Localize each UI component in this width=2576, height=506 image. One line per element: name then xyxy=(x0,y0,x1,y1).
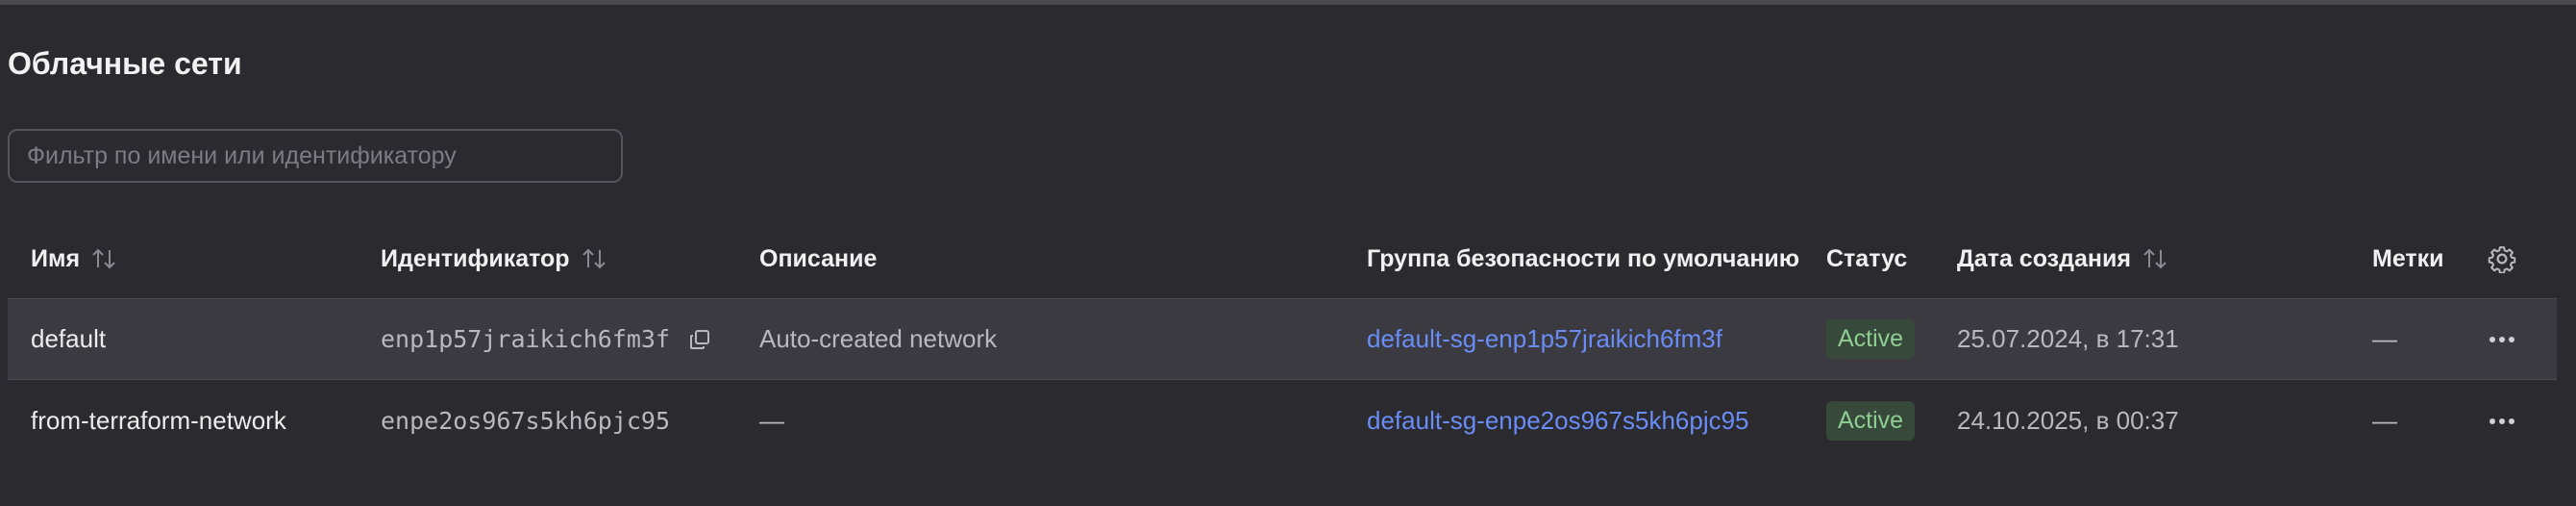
row-labels: — xyxy=(2372,324,2397,353)
row-id: enpe2os967s5kh6pjc95 xyxy=(381,380,670,462)
column-header-status: Статус xyxy=(1826,219,1907,298)
row-labels: — xyxy=(2372,406,2397,435)
column-header-labels-label: Метки xyxy=(2372,244,2444,272)
sort-arrows-icon[interactable] xyxy=(580,246,608,271)
row-id-value: enp1p57jraikich6fm3f xyxy=(381,325,671,353)
column-header-status-label: Статус xyxy=(1826,244,1908,272)
row-description: — xyxy=(759,406,784,435)
copy-icon[interactable] xyxy=(689,329,710,350)
filter-input[interactable] xyxy=(27,141,604,170)
gear-icon[interactable] xyxy=(2488,244,2516,273)
row-status: Active xyxy=(1826,380,1916,462)
row-name[interactable]: default xyxy=(31,299,106,379)
row-security-group[interactable]: default-sg-enp1p57jraikich6fm3f xyxy=(1367,299,1722,379)
row-id: enp1p57jraikich6fm3f xyxy=(381,299,710,379)
sort-arrows-icon[interactable] xyxy=(2141,246,2169,271)
column-header-description: Описание xyxy=(759,219,877,298)
table-row[interactable]: from-terraform-network enpe2os967s5kh6pj… xyxy=(8,380,2557,462)
networks-table: Имя Идентификатор Описание Группа безопа… xyxy=(8,219,2557,462)
row-description: Auto-created network xyxy=(759,324,998,353)
column-header-security-group-label: Группа безопасности по умолчанию xyxy=(1367,244,1800,272)
top-divider xyxy=(0,0,2576,5)
row-id-value: enpe2os967s5kh6pjc95 xyxy=(381,407,671,435)
column-header-name[interactable]: Имя xyxy=(31,219,118,298)
table-row[interactable]: default enp1p57jraikich6fm3f Auto-create… xyxy=(8,298,2557,380)
filter-field[interactable] xyxy=(8,129,623,183)
column-header-created-label: Дата создания xyxy=(1957,244,2131,272)
sort-arrows-icon[interactable] xyxy=(89,246,118,271)
page-title: Облачные сети xyxy=(8,46,242,81)
more-horizontal-icon[interactable] xyxy=(2488,335,2516,344)
column-header-labels: Метки xyxy=(2372,219,2444,298)
column-header-id-label: Идентификатор xyxy=(381,244,570,272)
status-badge: Active xyxy=(1826,319,1916,359)
row-menu-button[interactable] xyxy=(2488,299,2516,379)
column-header-id[interactable]: Идентификатор xyxy=(381,219,608,298)
table-settings-button[interactable] xyxy=(2488,219,2516,298)
row-name[interactable]: from-terraform-network xyxy=(31,380,286,462)
security-group-link[interactable]: default-sg-enp1p57jraikich6fm3f xyxy=(1367,324,1722,354)
column-header-security-group: Группа безопасности по умолчанию xyxy=(1367,219,1799,298)
column-header-created[interactable]: Дата создания xyxy=(1957,219,2169,298)
security-group-link[interactable]: default-sg-enpe2os967s5kh6pjc95 xyxy=(1367,406,1749,436)
row-created: 24.10.2025, в 00:37 xyxy=(1957,406,2179,435)
status-badge: Active xyxy=(1826,401,1916,441)
row-created: 25.07.2024, в 17:31 xyxy=(1957,324,2179,353)
more-horizontal-icon[interactable] xyxy=(2488,417,2516,426)
column-header-name-label: Имя xyxy=(31,244,81,272)
table-header: Имя Идентификатор Описание Группа безопа… xyxy=(8,219,2557,298)
row-status: Active xyxy=(1826,299,1916,379)
row-security-group[interactable]: default-sg-enpe2os967s5kh6pjc95 xyxy=(1367,380,1749,462)
column-header-description-label: Описание xyxy=(759,244,878,272)
row-menu-button[interactable] xyxy=(2488,380,2516,462)
